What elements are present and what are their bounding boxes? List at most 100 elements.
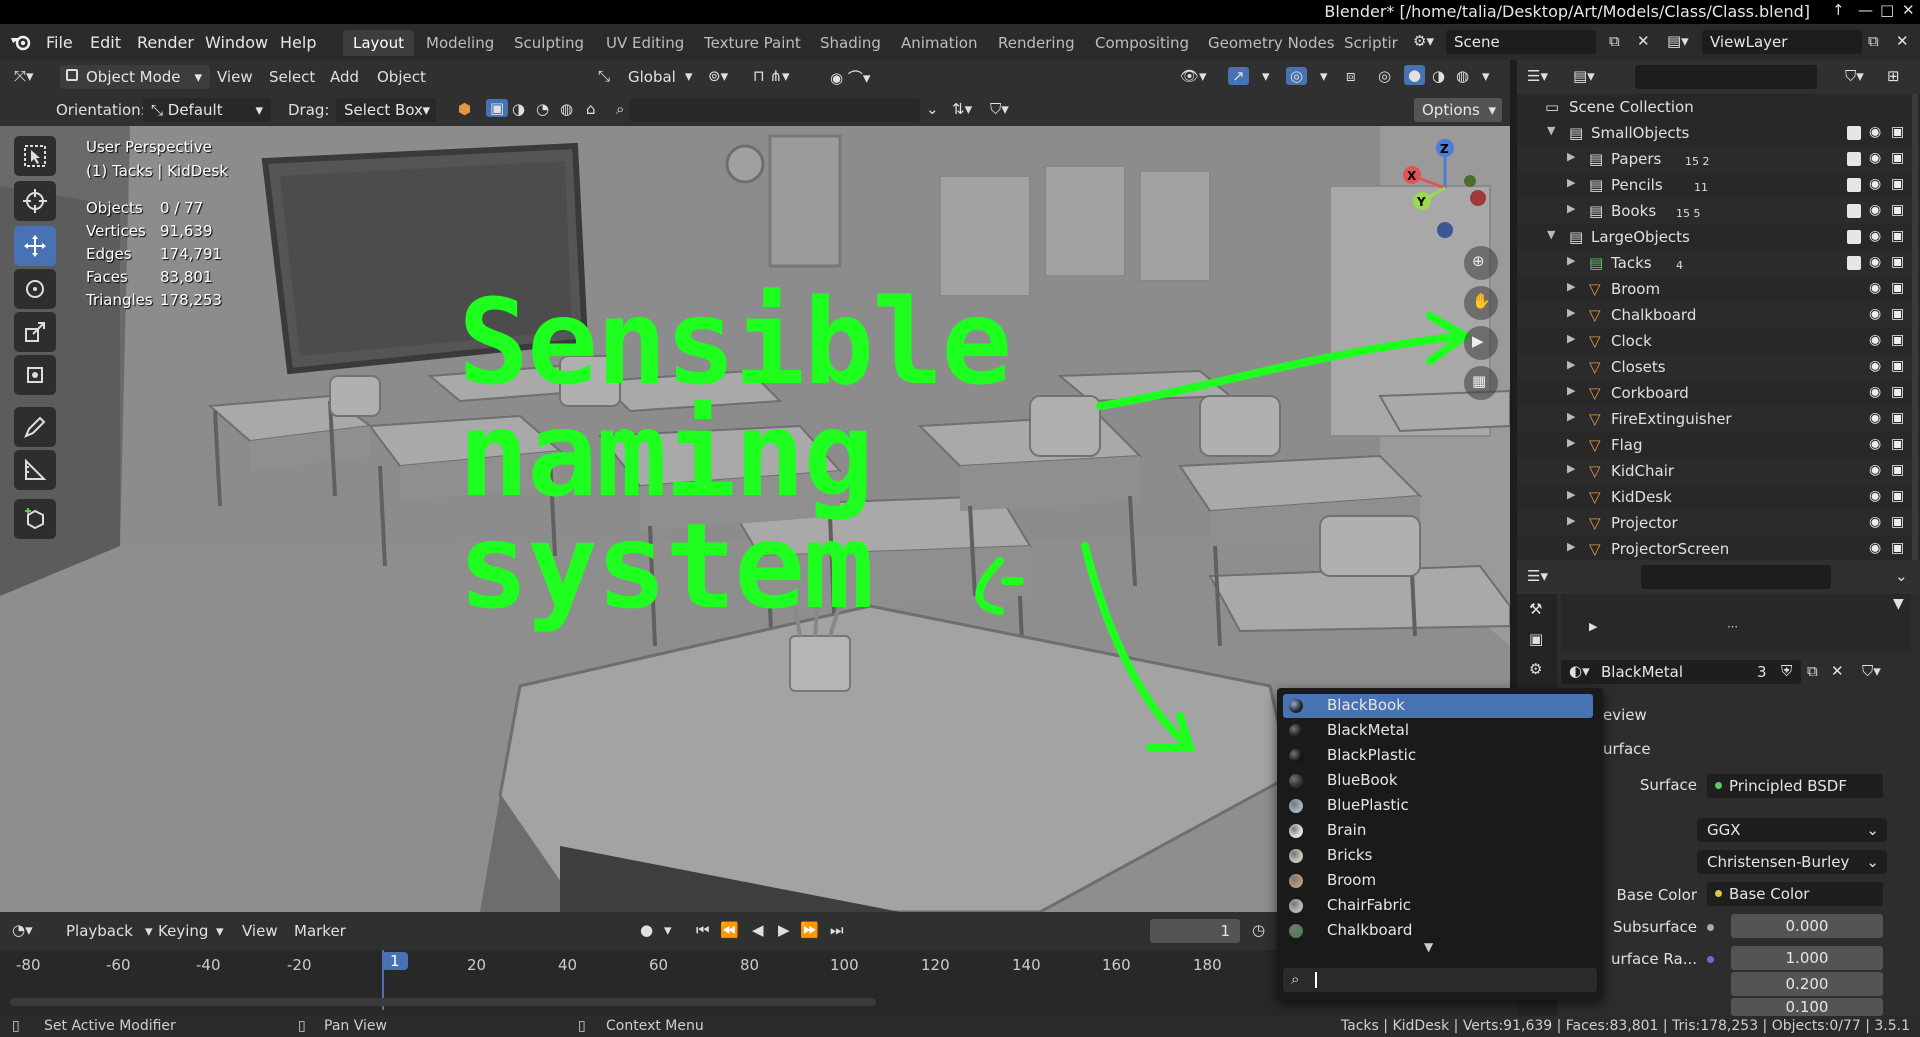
viewport-search-field[interactable] — [630, 98, 920, 122]
tab-animation[interactable]: Animation — [891, 30, 987, 56]
exclude-checkbox[interactable] — [1847, 126, 1861, 140]
options-button[interactable]: Options ▾ — [1414, 98, 1502, 122]
eye-visibility-icon[interactable]: ◉ — [1869, 202, 1881, 218]
material-sphere-icon[interactable]: ◐▾ — [1569, 662, 1590, 680]
shading-material-icon[interactable]: ◑ — [1432, 67, 1445, 85]
camera-render-icon[interactable]: ▣ — [1891, 176, 1904, 192]
outliner-row[interactable]: ▶ ▽ FireExtinguisher ◉ ▣ — [1517, 406, 1920, 432]
display-mode-icon[interactable]: ▤▾ — [1573, 67, 1595, 85]
expand-arrow-icon[interactable]: ▶ — [1567, 358, 1575, 371]
exclude-checkbox[interactable] — [1847, 178, 1861, 192]
tab-geometry-nodes[interactable]: Geometry Nodes — [1198, 30, 1345, 56]
outliner-row[interactable]: ▶ ▽ Flag ◉ ▣ — [1517, 432, 1920, 458]
select-subtract-icon[interactable]: ◔ — [536, 100, 549, 118]
outliner-row[interactable]: ▶ ▽ KidDesk ◉ ▣ — [1517, 484, 1920, 510]
camera-render-icon[interactable]: ▣ — [1891, 384, 1904, 400]
tab-scripting[interactable]: Scriptir — [1334, 30, 1408, 56]
eye-visibility-icon[interactable]: ◉ — [1869, 228, 1881, 244]
eye-visibility-icon[interactable]: ◉ — [1869, 280, 1881, 296]
camera-render-icon[interactable]: ▣ — [1891, 202, 1904, 218]
menu-add[interactable]: Add — [330, 68, 359, 86]
transform-orientation-dropdown[interactable]: Global — [628, 68, 676, 86]
camera-render-icon[interactable]: ▣ — [1891, 410, 1904, 426]
select-intersect-icon[interactable]: ⌂ — [586, 100, 596, 118]
jump-keyframe-forward-icon[interactable]: ⏩ — [800, 921, 819, 939]
new-collection-icon[interactable]: ⊞ — [1887, 67, 1900, 85]
select-new-icon[interactable]: ▣ — [486, 99, 509, 117]
current-frame-field[interactable]: 1 — [1150, 919, 1240, 943]
timeline-scrollbar[interactable] — [10, 998, 876, 1006]
collapse-arrow-icon[interactable]: ▼ — [1547, 228, 1555, 241]
timeline-editor-icon[interactable]: ◔▾ — [12, 921, 33, 939]
camera-render-icon[interactable]: ▣ — [1891, 254, 1904, 270]
expand-arrow-icon[interactable]: ▶ — [1567, 514, 1575, 527]
outliner-row[interactable]: ▶ ▤ Pencils 11 ◉ ▣ — [1517, 172, 1920, 198]
list-expand-icon[interactable]: ▶ — [1589, 620, 1597, 633]
camera-view-button[interactable]: ▶ — [1464, 326, 1498, 360]
select-difference-icon[interactable]: ◍ — [560, 100, 573, 118]
window-minimize-icon[interactable]: — — [1858, 1, 1873, 19]
outliner-row[interactable]: ▶ ▽ Clock ◉ ▣ — [1517, 328, 1920, 354]
outliner-row[interactable]: ▶ ▤ Papers 15 2 ◉ ▣ — [1517, 146, 1920, 172]
eye-visibility-icon[interactable]: ◉ — [1869, 306, 1881, 322]
outliner-row[interactable]: ▶ ▤ Tacks 4 ◉ ▣ — [1517, 250, 1920, 276]
window-pin-icon[interactable]: ↑ — [1832, 1, 1845, 19]
shading-rendered-icon[interactable]: ◍ — [1456, 67, 1469, 85]
pan-view-button[interactable]: ✋ — [1464, 286, 1498, 320]
menu-playback[interactable]: Playback — [66, 922, 133, 940]
surface-shader-field[interactable]: Principled BSDF — [1707, 774, 1883, 798]
eye-visibility-icon[interactable]: ◉ — [1869, 254, 1881, 270]
select-mode-icon[interactable]: ⬢ — [458, 100, 471, 118]
visibility-icon[interactable]: 👁▾ — [1180, 67, 1207, 85]
slot-menu-icon[interactable]: ▼ — [1893, 596, 1904, 612]
camera-render-icon[interactable]: ▣ — [1891, 150, 1904, 166]
material-list-item[interactable]: Bricks — [1283, 844, 1593, 868]
camera-render-icon[interactable]: ▣ — [1891, 332, 1904, 348]
view-layer-delete-icon[interactable]: ✕ — [1896, 32, 1909, 50]
expand-arrow-icon[interactable]: ▶ — [1567, 384, 1575, 397]
outliner-row[interactable]: ▶ ▽ Chalkboard ◉ ▣ — [1517, 302, 1920, 328]
search-icon[interactable]: ⌕ — [616, 100, 624, 118]
outliner-row[interactable]: ▶ ▽ Projector ◉ ▣ — [1517, 510, 1920, 536]
tab-sculpting[interactable]: Sculpting — [504, 30, 594, 56]
expand-arrow-icon[interactable]: ▶ — [1567, 332, 1575, 345]
surface-section-header[interactable]: urface — [1603, 740, 1651, 758]
menu-file[interactable]: File — [46, 33, 73, 52]
render-tab-icon[interactable]: ▣ — [1529, 630, 1543, 648]
pivot-point-icon[interactable]: ⊚▾ — [708, 67, 728, 85]
snap-icon[interactable]: ⊓ ⋔▾ — [753, 67, 790, 85]
properties-search-input[interactable] — [1641, 565, 1831, 589]
blender-logo-icon[interactable] — [10, 32, 32, 52]
exclude-checkbox[interactable] — [1847, 204, 1861, 218]
expand-arrow-icon[interactable]: ▶ — [1567, 462, 1575, 475]
material-list-item[interactable]: BlackPlastic — [1283, 744, 1593, 768]
sort-icon[interactable]: ⇅▾ — [952, 100, 972, 118]
material-users-count[interactable]: 3 — [1757, 663, 1767, 681]
overlay-dropdown-icon[interactable]: ▾ — [1320, 67, 1328, 85]
eye-visibility-icon[interactable]: ◉ — [1869, 332, 1881, 348]
select-extend-icon[interactable]: ◑ — [512, 100, 525, 118]
expand-arrow-icon[interactable]: ▶ — [1567, 176, 1575, 189]
scene-delete-icon[interactable]: ✕ — [1637, 32, 1650, 50]
subsurface-radius-y[interactable]: 0.200 — [1731, 972, 1883, 996]
exclude-checkbox[interactable] — [1847, 256, 1861, 270]
outliner-root-row[interactable]: ▭ Scene Collection — [1517, 94, 1920, 120]
preview-section-header[interactable]: eview — [1603, 706, 1647, 724]
expand-arrow-icon[interactable]: ▶ — [1567, 410, 1575, 423]
eye-visibility-icon[interactable]: ◉ — [1869, 176, 1881, 192]
material-list-item[interactable]: BluePlastic — [1283, 794, 1593, 818]
menu-edit[interactable]: Edit — [90, 33, 121, 52]
proportional-edit-icon[interactable]: ◉ ⌒▾ — [830, 67, 870, 88]
base-color-field[interactable]: Base Color — [1707, 882, 1883, 906]
outliner-filter-icon[interactable]: ⛉▾ — [1845, 67, 1864, 85]
eye-visibility-icon[interactable]: ◉ — [1869, 150, 1881, 166]
properties-options-icon[interactable]: ⌄ — [1895, 567, 1908, 585]
window-close-icon[interactable]: ✕ — [1902, 1, 1915, 19]
expand-arrow-icon[interactable]: ▶ — [1567, 540, 1575, 553]
eye-visibility-icon[interactable]: ◉ — [1869, 488, 1881, 504]
distribution-dropdown[interactable]: GGX ⌄ — [1697, 818, 1887, 842]
eye-visibility-icon[interactable]: ◉ — [1869, 436, 1881, 452]
menu-object[interactable]: Object — [377, 68, 426, 86]
material-tab-icon[interactable]: ⚙ — [1529, 660, 1542, 678]
eye-visibility-icon[interactable]: ◉ — [1869, 410, 1881, 426]
